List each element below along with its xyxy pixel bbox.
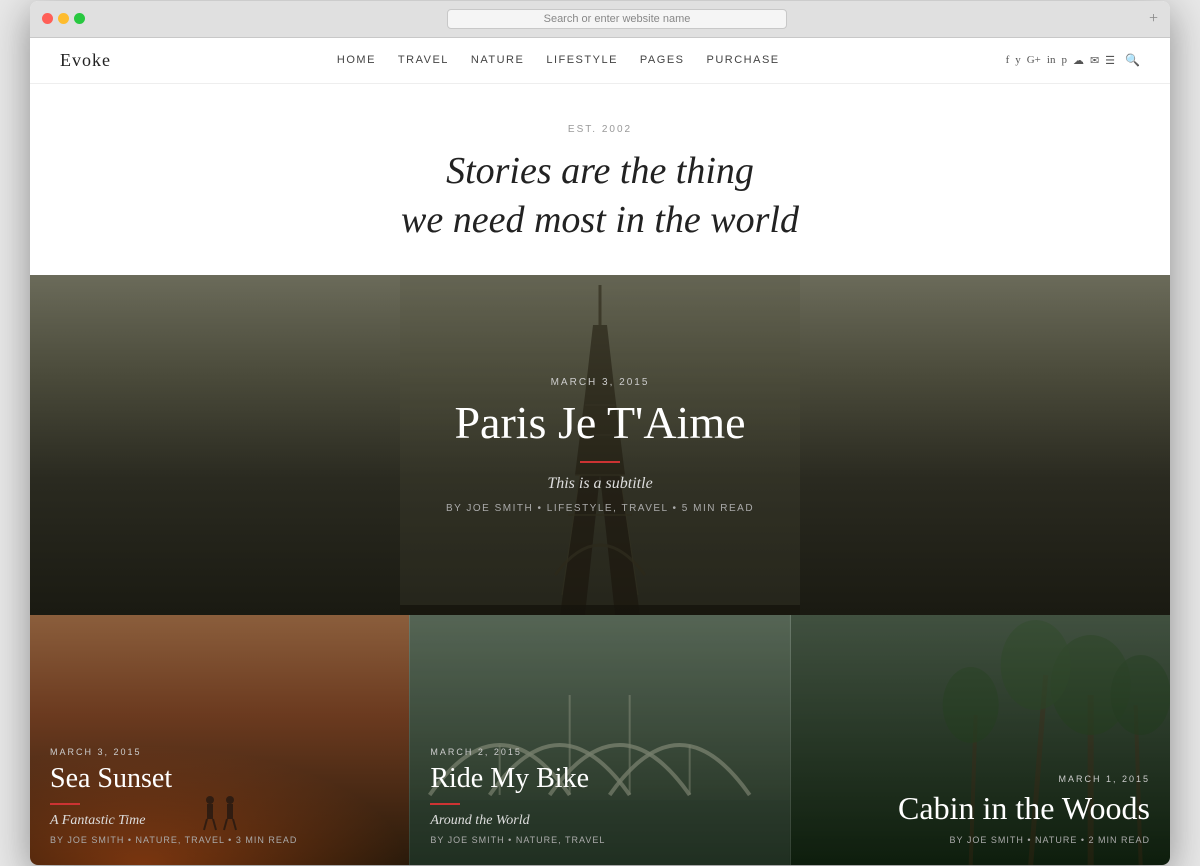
card-1-content: MARCH 3, 2015 Sea Sunset A Fantastic Tim… <box>50 747 297 846</box>
featured-post-title: Paris Je T'Aime <box>446 396 754 449</box>
nav-home[interactable]: HOME <box>337 54 376 66</box>
featured-post-content: MARCH 3, 2015 Paris Je T'Aime This is a … <box>446 377 754 514</box>
close-dot[interactable] <box>42 13 53 24</box>
nav-nature[interactable]: NATURE <box>471 54 524 66</box>
facebook-icon[interactable]: f <box>1006 54 1010 66</box>
nav-lifestyle[interactable]: LIFESTYLE <box>546 54 618 66</box>
card-2-subtitle: Around the World <box>430 813 605 829</box>
featured-post-subtitle: This is a subtitle <box>446 475 754 493</box>
hero-quote-line2: we need most in the world <box>401 199 799 241</box>
browser-chrome: Search or enter website name + <box>30 1 1170 38</box>
card-1-title: Sea Sunset <box>50 762 297 796</box>
mail-icon[interactable]: ✉ <box>1090 54 1099 67</box>
card-3-date: MARCH 1, 2015 <box>811 774 1150 784</box>
nav-pages[interactable]: PAGES <box>640 54 685 66</box>
card-2-content: MARCH 2, 2015 Ride My Bike Around the Wo… <box>430 747 605 846</box>
hero-tagline-section: EST. 2002 Stories are the thing we need … <box>30 84 1170 276</box>
address-bar[interactable]: Search or enter website name <box>447 9 787 29</box>
card-3-title: Cabin in the Woods <box>811 789 1150 827</box>
card-2-title: Ride My Bike <box>430 762 605 796</box>
card-2-separator <box>430 803 460 805</box>
est-label: EST. 2002 <box>50 124 1150 135</box>
menu-icon[interactable]: ☰ <box>1105 54 1115 67</box>
site-header: Evoke HOME TRAVEL NATURE LIFESTYLE PAGES… <box>30 38 1170 84</box>
twitter-icon[interactable]: y <box>1015 54 1021 66</box>
post-card-ride-my-bike[interactable]: MARCH 2, 2015 Ride My Bike Around the Wo… <box>409 615 790 865</box>
site-nav: HOME TRAVEL NATURE LIFESTYLE PAGES PURCH… <box>111 54 1006 66</box>
featured-post[interactable]: MARCH 3, 2015 Paris Je T'Aime This is a … <box>30 275 1170 615</box>
post-card-sea-sunset[interactable]: MARCH 3, 2015 Sea Sunset A Fantastic Tim… <box>30 615 409 865</box>
maximize-dot[interactable] <box>74 13 85 24</box>
header-social: f y G+ in p ☁ ✉ ☰ 🔍 <box>1006 53 1140 68</box>
card-1-date: MARCH 3, 2015 <box>50 747 297 757</box>
card-3-meta: BY JOE SMITH • NATURE • 2 MIN READ <box>811 835 1150 845</box>
card-1-meta: BY JOE SMITH • NATURE, TRAVEL • 3 MIN RE… <box>50 835 297 845</box>
featured-separator <box>580 461 620 463</box>
search-icon[interactable]: 🔍 <box>1125 53 1140 68</box>
nav-travel[interactable]: TRAVEL <box>398 54 449 66</box>
hero-quote-line1: Stories are the thing <box>446 150 754 192</box>
featured-post-meta: BY JOE SMITH • LIFESTYLE, TRAVEL • 5 MIN… <box>446 503 754 514</box>
googleplus-icon[interactable]: G+ <box>1027 54 1041 66</box>
browser-dots <box>42 13 85 24</box>
linkedin-icon[interactable]: in <box>1047 54 1056 66</box>
cloud-icon[interactable]: ☁ <box>1073 54 1084 67</box>
posts-grid: MARCH 3, 2015 Sea Sunset A Fantastic Tim… <box>30 615 1170 865</box>
card-2-date: MARCH 2, 2015 <box>430 747 605 757</box>
hero-quote: Stories are the thing we need most in th… <box>50 147 1150 246</box>
card-3-content: MARCH 1, 2015 Cabin in the Woods BY JOE … <box>811 774 1150 845</box>
site-logo[interactable]: Evoke <box>60 50 111 71</box>
card-1-separator <box>50 803 80 805</box>
new-tab-button[interactable]: + <box>1149 10 1158 28</box>
minimize-dot[interactable] <box>58 13 69 24</box>
browser-window: Search or enter website name + Evoke HOM… <box>30 1 1170 866</box>
card-1-subtitle: A Fantastic Time <box>50 813 297 829</box>
card-2-meta: BY JOE SMITH • NATURE, TRAVEL <box>430 835 605 845</box>
featured-post-date: MARCH 3, 2015 <box>446 377 754 388</box>
browser-address-bar-container: Search or enter website name <box>95 9 1139 29</box>
post-card-cabin-woods[interactable]: MARCH 1, 2015 Cabin in the Woods BY JOE … <box>791 615 1170 865</box>
nav-purchase[interactable]: PURCHASE <box>707 54 780 66</box>
pinterest-icon[interactable]: p <box>1061 54 1067 66</box>
